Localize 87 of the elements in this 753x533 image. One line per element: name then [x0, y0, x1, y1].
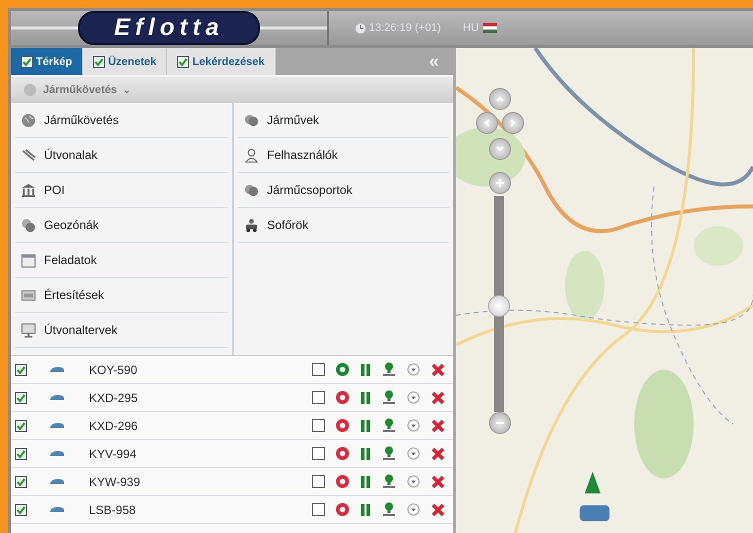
checkbox[interactable]: [177, 56, 190, 68]
checkbox[interactable]: [93, 56, 106, 68]
checkbox[interactable]: [15, 392, 27, 404]
plate-number: KYV-994: [89, 446, 138, 460]
plate-number: KXD-296: [89, 418, 139, 432]
driver-icon: [244, 218, 259, 232]
close-icon[interactable]: [431, 474, 445, 488]
building-icon: [21, 182, 36, 198]
tab[interactable]: Üzenetek: [83, 48, 168, 75]
menu-item[interactable]: Járművek: [238, 103, 449, 138]
cars-icon: [244, 182, 259, 198]
checkbox[interactable]: [312, 475, 325, 488]
close-icon[interactable]: [431, 390, 445, 404]
dropdown-icon[interactable]: [407, 363, 420, 376]
close-icon[interactable]: [431, 418, 445, 432]
dropdown-icon[interactable]: [407, 447, 420, 460]
car-icon: [49, 364, 65, 374]
checkbox[interactable]: [21, 56, 33, 68]
user-icon[interactable]: [382, 418, 396, 433]
panel-icon: [21, 288, 36, 302]
car-icon: [49, 448, 65, 458]
pause-icon[interactable]: [360, 418, 371, 432]
status-icon[interactable]: [336, 363, 349, 376]
menu-item[interactable]: Járműkövetés: [15, 103, 228, 138]
status-icon[interactable]: [336, 475, 349, 488]
pause-icon[interactable]: [360, 390, 371, 404]
car-icon: [49, 476, 65, 486]
plate-number: KXD-295: [89, 390, 139, 404]
dropdown-icon[interactable]: [407, 391, 420, 404]
plate-number: KOY-590: [89, 362, 138, 376]
menu-item[interactable]: Geozónák: [15, 208, 228, 243]
checkbox[interactable]: [312, 419, 325, 432]
globe-icon: [23, 83, 37, 97]
menu-item[interactable]: Értesítések: [15, 278, 228, 313]
menu-item[interactable]: Útvonalak: [15, 138, 228, 173]
dropdown-icon[interactable]: [407, 475, 420, 488]
car-icon: [49, 504, 65, 514]
logo: Eflotta: [78, 11, 260, 45]
tab[interactable]: Lekérdezések: [167, 48, 276, 75]
menu-item[interactable]: POI: [15, 173, 228, 208]
checkbox[interactable]: [312, 447, 325, 460]
checkbox[interactable]: [312, 363, 325, 376]
menu-item[interactable]: Felhasználók: [238, 138, 449, 173]
flag-icon[interactable]: [482, 23, 497, 33]
user-icon[interactable]: [382, 446, 396, 461]
close-icon[interactable]: [431, 502, 445, 516]
car-icon: [49, 420, 65, 430]
user-icon: [244, 148, 259, 162]
checkbox[interactable]: [312, 503, 325, 516]
checkbox[interactable]: [15, 448, 27, 460]
user-icon[interactable]: [382, 474, 396, 489]
status-icon[interactable]: [336, 503, 349, 516]
tab[interactable]: Térkép: [11, 48, 84, 75]
checkbox[interactable]: [15, 364, 27, 376]
menu-item[interactable]: Feladatok: [15, 243, 228, 278]
dropdown-icon[interactable]: [407, 419, 420, 432]
car-icon: [49, 392, 65, 402]
user-icon[interactable]: [382, 390, 396, 405]
plate-number: LSB-958: [89, 502, 137, 516]
globe-icon: [21, 112, 36, 128]
user-icon[interactable]: [382, 502, 396, 517]
plate-number: KYW-939: [89, 474, 142, 488]
cars-icon: [244, 112, 259, 128]
pause-icon[interactable]: [360, 502, 371, 516]
checkbox[interactable]: [15, 476, 27, 488]
circles-icon: [21, 218, 36, 232]
clock-time: 13:26:19 (+01): [369, 22, 441, 34]
calendar-icon: [21, 252, 36, 268]
pause-icon[interactable]: [360, 446, 371, 460]
close-icon[interactable]: [431, 362, 445, 376]
pause-icon[interactable]: [360, 474, 371, 488]
dropdown-icon[interactable]: [407, 503, 420, 516]
status-icon[interactable]: [336, 419, 349, 432]
checkbox[interactable]: [15, 504, 27, 516]
checkbox[interactable]: [15, 420, 27, 432]
monitor-icon: [21, 322, 36, 338]
status-icon[interactable]: [336, 447, 349, 460]
clock-icon: [355, 22, 366, 34]
menu-item[interactable]: Útvonaltervek: [15, 313, 228, 348]
road-icon: [21, 148, 36, 162]
user-icon[interactable]: [382, 362, 396, 377]
pause-icon[interactable]: [360, 362, 371, 376]
menu-item[interactable]: Járműcsoportok: [238, 173, 449, 208]
menu-item[interactable]: Sofőrök: [238, 208, 449, 243]
close-icon[interactable]: [431, 446, 445, 460]
checkbox[interactable]: [312, 391, 325, 404]
status-icon[interactable]: [336, 391, 349, 404]
